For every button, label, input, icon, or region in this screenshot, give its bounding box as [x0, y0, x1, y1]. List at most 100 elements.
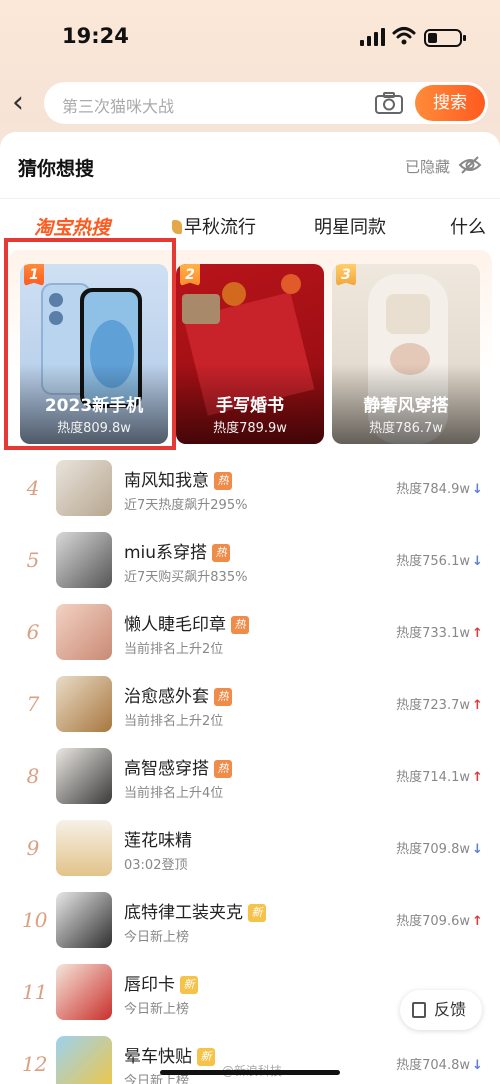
tab-label: 早秋流行 — [184, 217, 256, 238]
hot-badge: 热 — [212, 544, 231, 562]
item-title-text: 晕车快贴 — [124, 1047, 192, 1067]
tab-celebrity-style[interactable]: 明星同款 — [314, 213, 386, 239]
rank-number: 7 — [26, 692, 40, 716]
card-heat: 热度786.7w — [369, 421, 443, 436]
item-heat: 热度714.1w ↑ — [396, 766, 483, 785]
item-thumbnail — [56, 460, 112, 516]
rank-number: 11 — [22, 980, 48, 1004]
top-card-1[interactable]: 1 2023新手机 热度809.8w — [20, 264, 168, 444]
item-subtitle: 当前排名上升2位 — [124, 714, 224, 729]
item-title-text: miu系穿搭 — [124, 543, 208, 563]
item-subtitle: 今日新上榜 — [124, 930, 190, 945]
item-title: 唇印卡新 — [124, 970, 198, 995]
rank-number: 5 — [26, 548, 40, 572]
list-item[interactable]: 5 miu系穿搭热 近7天购买飙升835% 热度756.1w ↓ — [8, 532, 492, 604]
list-item[interactable]: 4 南风知我意热 近7天热度飙升295% 热度784.9w ↓ — [8, 460, 492, 532]
tab-bar: 淘宝热搜 早秋流行 明星同款 什么 — [0, 198, 500, 248]
new-badge: 新 — [197, 1048, 215, 1066]
item-title-text: 治愈感外套 — [124, 687, 209, 707]
item-title: 晕车快贴新 — [124, 1042, 215, 1067]
camera-icon[interactable] — [374, 91, 404, 115]
card-title: 手写婚书 — [216, 396, 284, 416]
home-indicator — [160, 1070, 340, 1075]
item-title-text: 高智感穿搭 — [124, 759, 209, 779]
tab-taobao-hot[interactable]: 淘宝热搜 — [34, 213, 110, 240]
card-title: 2023新手机 — [44, 396, 144, 416]
top-card-3[interactable]: 3 静奢风穿搭 热度786.7w — [332, 264, 480, 444]
item-thumbnail — [56, 892, 112, 948]
status-bar: 19:24 — [0, 0, 500, 74]
back-icon[interactable]: ‹ — [12, 88, 42, 118]
trend-down-icon: ↓ — [472, 842, 483, 857]
item-subtitle: 近7天购买飙升835% — [124, 570, 248, 585]
heat-value: 热度784.9w — [396, 482, 470, 497]
eye-off-icon[interactable] — [458, 154, 482, 176]
item-thumbnail — [56, 676, 112, 732]
rank-number: 10 — [22, 908, 48, 932]
item-thumbnail — [56, 964, 112, 1020]
item-heat: 热度709.6w ↑ — [396, 910, 483, 929]
item-thumbnail — [56, 820, 112, 876]
item-thumbnail — [56, 604, 112, 660]
item-title: 治愈感外套热 — [124, 682, 232, 707]
list-item[interactable]: 8 高智感穿搭热 当前排名上升4位 热度714.1w ↑ — [8, 748, 492, 820]
item-thumbnail — [56, 748, 112, 804]
trend-up-icon: ↑ — [472, 698, 483, 713]
item-heat: 热度756.1w ↓ — [396, 550, 483, 569]
search-bar[interactable]: 第三次猫咪大战 搜索 — [44, 82, 488, 124]
item-title: miu系穿搭热 — [124, 538, 231, 563]
item-title-text: 南风知我意 — [124, 471, 209, 491]
top-card-2[interactable]: 2 手写婚书 热度789.9w — [176, 264, 324, 444]
item-title: 南风知我意热 — [124, 466, 232, 491]
item-thumbnail — [56, 1036, 112, 1084]
item-heat: 热度709.8w ↓ — [396, 838, 483, 857]
heat-value: 热度723.7w — [396, 698, 470, 713]
hidden-toggle-label[interactable]: 已隐藏 — [405, 156, 450, 177]
item-subtitle: 03:02登顶 — [124, 858, 188, 873]
trend-down-icon: ↓ — [472, 1058, 483, 1073]
trend-down-icon: ↓ — [472, 554, 483, 569]
heat-value: 热度756.1w — [396, 554, 470, 569]
heat-value: 热度709.6w — [396, 914, 470, 929]
card-heat: 热度789.9w — [213, 421, 287, 436]
item-thumbnail — [56, 532, 112, 588]
new-badge: 新 — [248, 904, 266, 922]
tab-more[interactable]: 什么 — [450, 213, 486, 239]
trend-down-icon: ↓ — [472, 482, 483, 497]
trend-up-icon: ↑ — [472, 626, 483, 641]
section-title: 猜你想搜 — [18, 158, 95, 180]
card-heat: 热度809.8w — [57, 421, 131, 436]
trend-up-icon: ↑ — [472, 914, 483, 929]
item-heat: 热度704.8w ↓ — [396, 1054, 483, 1073]
battery-icon — [424, 29, 466, 47]
hot-badge: 热 — [214, 688, 232, 706]
status-time: 19:24 — [62, 24, 129, 48]
hot-badge: 热 — [214, 472, 232, 490]
heat-value: 热度704.8w — [396, 1058, 470, 1073]
item-title-text: 莲花味精 — [124, 831, 192, 851]
rank-number: 8 — [26, 764, 40, 788]
item-title-text: 底特律工装夹克 — [124, 903, 243, 923]
item-title: 懒人睫毛印章热 — [124, 610, 249, 635]
feedback-label: 反馈 — [434, 1000, 467, 1019]
feedback-icon — [412, 1002, 426, 1018]
heat-value: 热度733.1w — [396, 626, 470, 641]
item-title: 高智感穿搭热 — [124, 754, 232, 779]
item-title: 莲花味精 — [124, 826, 192, 851]
item-heat: 热度784.9w ↓ — [396, 478, 483, 497]
heat-value: 热度709.8w — [396, 842, 470, 857]
list-item[interactable]: 10 底特律工装夹克新 今日新上榜 热度709.6w ↑ — [8, 892, 492, 964]
search-button[interactable]: 搜索 — [415, 85, 485, 121]
list-item[interactable]: 7 治愈感外套热 当前排名上升2位 热度723.7w ↑ — [8, 676, 492, 748]
list-item[interactable]: 9 莲花味精 03:02登顶 热度709.8w ↓ — [8, 820, 492, 892]
list-item[interactable]: 6 懒人睫毛印章热 当前排名上升2位 热度733.1w ↑ — [8, 604, 492, 676]
rank-number: 12 — [22, 1052, 48, 1076]
heat-value: 热度714.1w — [396, 770, 470, 785]
item-title-text: 唇印卡 — [124, 975, 175, 995]
item-subtitle: 当前排名上升4位 — [124, 786, 224, 801]
tab-early-autumn[interactable]: 早秋流行 — [172, 213, 256, 239]
item-title: 底特律工装夹克新 — [124, 898, 266, 923]
feedback-button[interactable]: 反馈 — [400, 990, 482, 1030]
search-input[interactable]: 第三次猫咪大战 — [62, 93, 174, 117]
item-heat: 热度723.7w ↑ — [396, 694, 483, 713]
